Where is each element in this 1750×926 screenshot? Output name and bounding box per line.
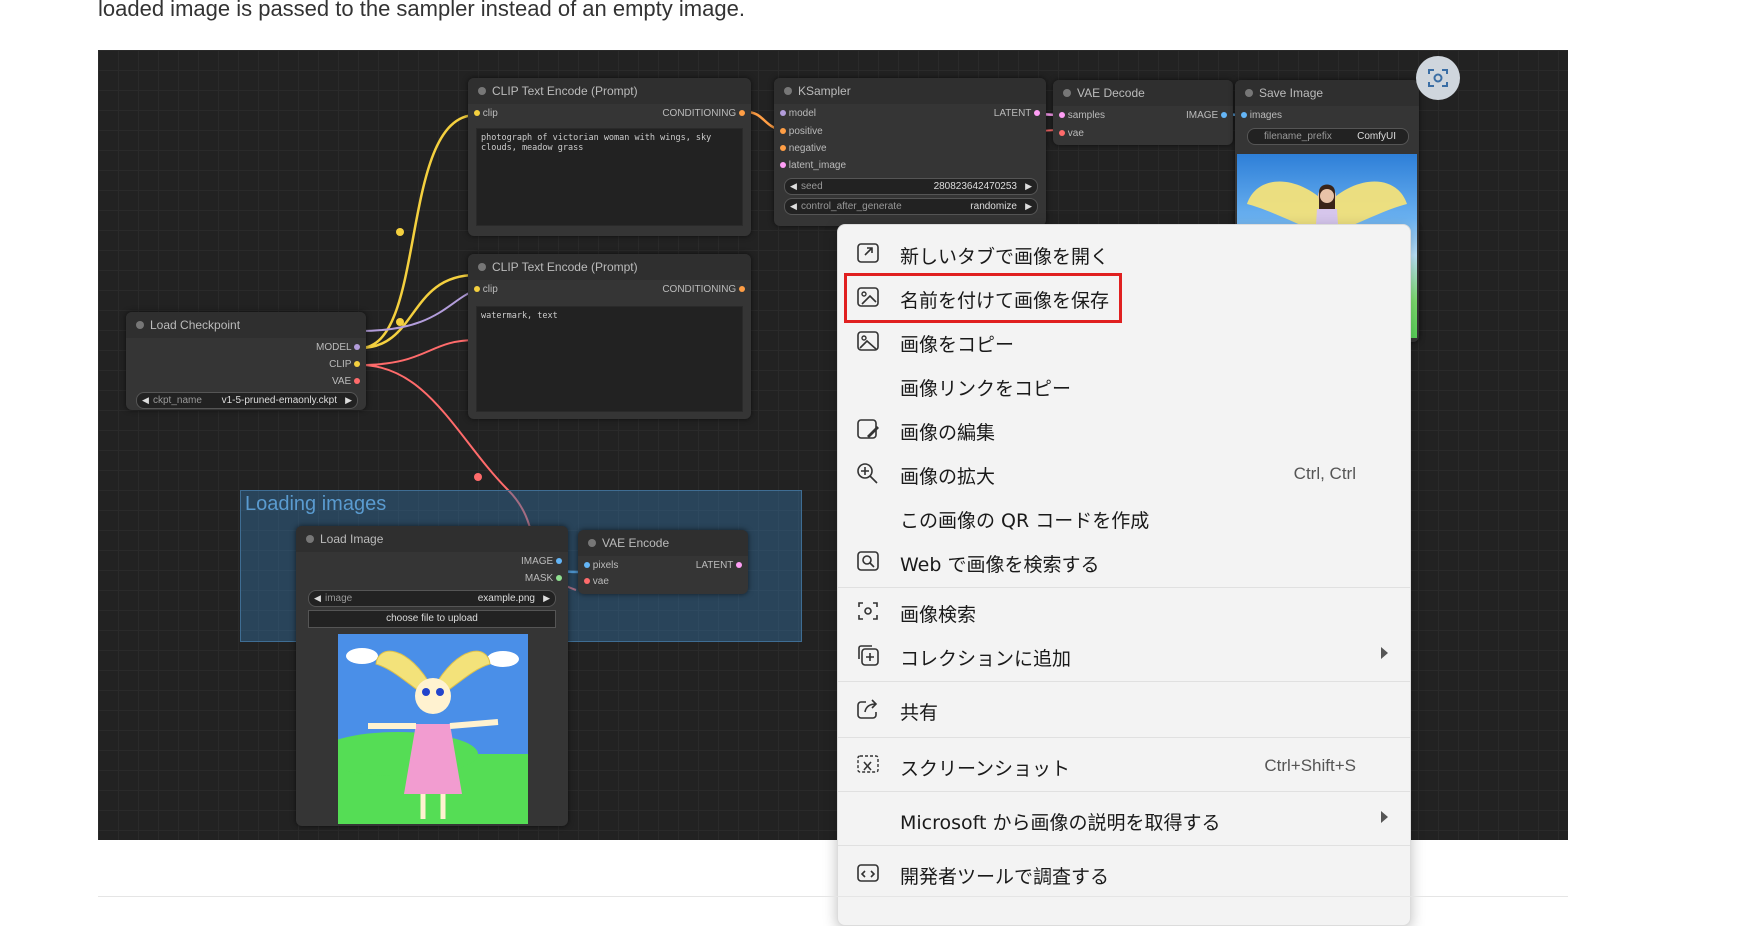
output-latent[interactable]: LATENT (696, 560, 742, 571)
control-after-generate-widget[interactable]: ◀ control_after_generate randomize ▶ (784, 198, 1038, 215)
submenu-arrow-icon (1381, 647, 1388, 659)
context-menu: 新しいタブで画像を開く 名前を付けて画像を保存 画像をコピー 画像リンクをコピー… (837, 224, 1411, 926)
menu-item-share[interactable]: 共有 (838, 687, 1410, 731)
input-latent-image[interactable]: latent_image (780, 160, 846, 171)
page-divider (98, 896, 1568, 897)
web-image-search-icon (857, 551, 879, 571)
loaded-image[interactable] (338, 634, 528, 824)
output-image[interactable]: IMAGE (1186, 110, 1227, 121)
cartoon-girl-drawing (338, 648, 528, 824)
devtools-icon (857, 864, 879, 882)
node-title: VAE Decode (1053, 80, 1233, 106)
vae-decode-node[interactable]: VAE Decode samples vae IMAGE (1053, 80, 1233, 145)
node-title: KSampler (774, 78, 1046, 104)
input-model[interactable]: model (780, 108, 816, 119)
choose-file-button[interactable]: choose file to upload (308, 610, 556, 628)
image-select-widget[interactable]: ◀ image example.png ▶ (308, 590, 556, 607)
input-samples[interactable]: samples (1059, 110, 1105, 121)
output-conditioning[interactable]: CONDITIONING (662, 284, 745, 295)
node-title: Load Checkpoint (126, 312, 366, 338)
menu-item-screenshot[interactable]: スクリーンショット Ctrl+Shift+S (838, 743, 1410, 787)
menu-item-add-to-collection[interactable]: コレクションに追加 (838, 633, 1410, 677)
menu-item-edit-image[interactable]: 画像の編集 (838, 407, 1410, 451)
edit-image-icon (857, 419, 879, 439)
menu-item-zoom-image[interactable]: 画像の拡大 Ctrl, Ctrl (838, 451, 1410, 495)
group-title: Loading images (245, 493, 387, 515)
output-model[interactable]: MODEL (316, 342, 360, 353)
seed-widget[interactable]: ◀ seed 280823642470253 ▶ (784, 178, 1038, 195)
input-images[interactable]: images (1241, 110, 1282, 121)
menu-item-get-image-description[interactable]: Microsoft から画像の説明を取得する (838, 797, 1410, 841)
ksampler-node[interactable]: KSampler model positive negative latent_… (774, 78, 1046, 226)
open-in-new-tab-icon (857, 243, 879, 263)
intro-text: loaded image is passed to the sampler in… (98, 0, 745, 21)
visual-search-icon (1428, 69, 1448, 87)
node-title: CLIP Text Encode (Prompt) (468, 254, 751, 280)
output-latent[interactable]: LATENT (994, 108, 1040, 119)
menu-item-create-qr-code[interactable]: この画像の QR コードを作成 (838, 495, 1410, 539)
save-image-icon (857, 287, 879, 307)
input-clip[interactable]: clip (474, 284, 498, 295)
add-to-collection-icon (858, 645, 879, 666)
input-positive[interactable]: positive (780, 126, 823, 137)
load-image-node[interactable]: Load Image IMAGE MASK ◀ image example.png ▶… (296, 526, 568, 826)
output-conditioning[interactable]: CONDITIONING (662, 108, 745, 119)
menu-item-copy-image-link[interactable]: 画像リンクをコピー (838, 363, 1410, 407)
output-vae[interactable]: VAE (332, 376, 360, 387)
menu-item-visual-search[interactable]: 画像検索 (838, 589, 1410, 633)
input-clip[interactable]: clip (474, 108, 498, 119)
menu-separator (838, 791, 1410, 792)
node-title: Load Image (296, 526, 568, 552)
clip-text-encode-negative-node[interactable]: CLIP Text Encode (Prompt) clip CONDITION… (468, 254, 751, 419)
menu-item-open-in-new-tab[interactable]: 新しいタブで画像を開く (838, 231, 1410, 275)
input-vae[interactable]: vae (1059, 128, 1084, 139)
input-pixels[interactable]: pixels (584, 560, 618, 571)
zoom-in-icon (857, 463, 878, 484)
menu-separator (838, 681, 1410, 682)
menu-item-save-image-as[interactable]: 名前を付けて画像を保存 (838, 275, 1410, 319)
ckpt-name-widget[interactable]: ◀ ckpt_name v1-5-pruned-emaonly.ckpt ▶ (136, 392, 358, 409)
visual-search-icon (858, 602, 878, 620)
visual-search-button[interactable] (1416, 56, 1460, 100)
load-checkpoint-node[interactable]: Load Checkpoint MODEL CLIP VAE ◀ ckpt_nam… (126, 312, 366, 410)
menu-separator (838, 587, 1410, 588)
prompt-textarea[interactable]: photograph of victorian woman with wings… (476, 128, 743, 226)
menu-separator (838, 737, 1410, 738)
menu-item-inspect-devtools[interactable]: 開発者ツールで調査する (838, 851, 1410, 895)
copy-image-icon (857, 331, 879, 351)
filename-prefix-widget[interactable]: filename_prefix ComfyUI (1247, 128, 1409, 145)
prompt-textarea[interactable]: watermark, text (476, 306, 743, 412)
input-negative[interactable]: negative (780, 143, 827, 154)
screenshot-icon (857, 755, 879, 773)
submenu-arrow-icon (1381, 811, 1388, 823)
output-image[interactable]: IMAGE (521, 556, 562, 567)
node-title: CLIP Text Encode (Prompt) (468, 78, 751, 104)
output-mask[interactable]: MASK (525, 573, 562, 584)
output-clip[interactable]: CLIP (329, 359, 360, 370)
share-icon (857, 699, 878, 719)
node-title: Save Image (1235, 80, 1419, 106)
menu-item-search-web-for-image[interactable]: Web で画像を検索する (838, 539, 1410, 583)
node-title: VAE Encode (578, 530, 748, 556)
menu-separator (838, 845, 1410, 846)
menu-item-copy-image[interactable]: 画像をコピー (838, 319, 1410, 363)
vae-encode-node[interactable]: VAE Encode pixels vae LATENT (578, 530, 748, 594)
input-vae[interactable]: vae (584, 576, 609, 587)
clip-text-encode-positive-node[interactable]: CLIP Text Encode (Prompt) clip CONDITION… (468, 78, 751, 236)
